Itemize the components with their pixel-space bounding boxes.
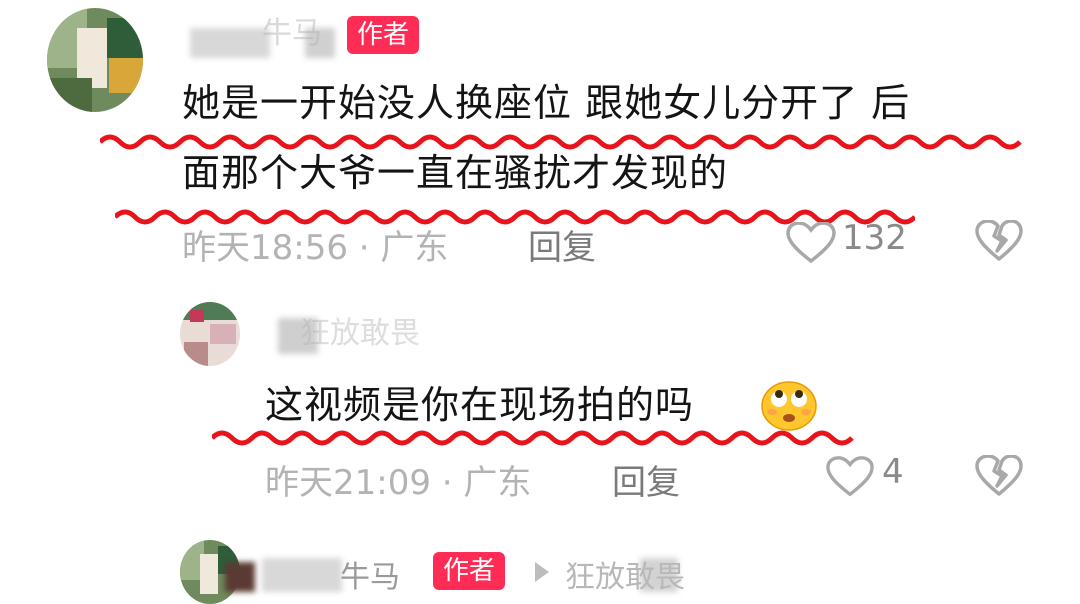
reply-button[interactable]: 回复 <box>528 220 596 269</box>
username-mosaic <box>225 562 255 592</box>
like-button[interactable]: 132 <box>786 218 911 264</box>
author-badge: 作者 <box>433 552 506 590</box>
play-arrow-icon <box>533 560 551 584</box>
broken-heart-icon <box>975 220 1023 261</box>
dislike-button[interactable] <box>975 220 1023 262</box>
comment-time-location: 昨天21:09 · 广东 <box>265 463 532 503</box>
comment-text: 这视频是你在现场拍的吗 <box>265 383 695 427</box>
heart-outline-icon <box>786 222 836 264</box>
comment-text: 面那个大爷一直在骚扰才发现的 <box>182 151 729 195</box>
username-mosaic <box>262 558 342 592</box>
like-count: 4 <box>882 452 904 492</box>
username[interactable]: 狂放敢畏 <box>300 308 420 352</box>
username-mosaic <box>190 28 270 58</box>
reply-to-username[interactable]: 狂放敢畏 <box>565 552 685 596</box>
username[interactable]: 牛马 <box>340 552 400 596</box>
reply-button[interactable]: 回复 <box>612 455 680 504</box>
avatar[interactable] <box>47 8 143 112</box>
eye-roll-emoji <box>760 376 818 432</box>
username[interactable]: 牛马 <box>262 8 322 52</box>
comment-text: 她是一开始没人换座位 跟她女儿分开了 后 <box>182 81 911 125</box>
avatar[interactable] <box>180 302 240 366</box>
dislike-button[interactable] <box>975 455 1023 497</box>
heart-outline-icon <box>826 456 874 497</box>
author-badge: 作者 <box>347 16 420 54</box>
broken-heart-icon <box>975 455 1023 496</box>
like-count: 132 <box>842 218 907 258</box>
red-wavy-underline <box>212 430 854 446</box>
comment-time-location: 昨天18:56 · 广东 <box>182 228 449 268</box>
like-button[interactable]: 4 <box>826 452 916 498</box>
